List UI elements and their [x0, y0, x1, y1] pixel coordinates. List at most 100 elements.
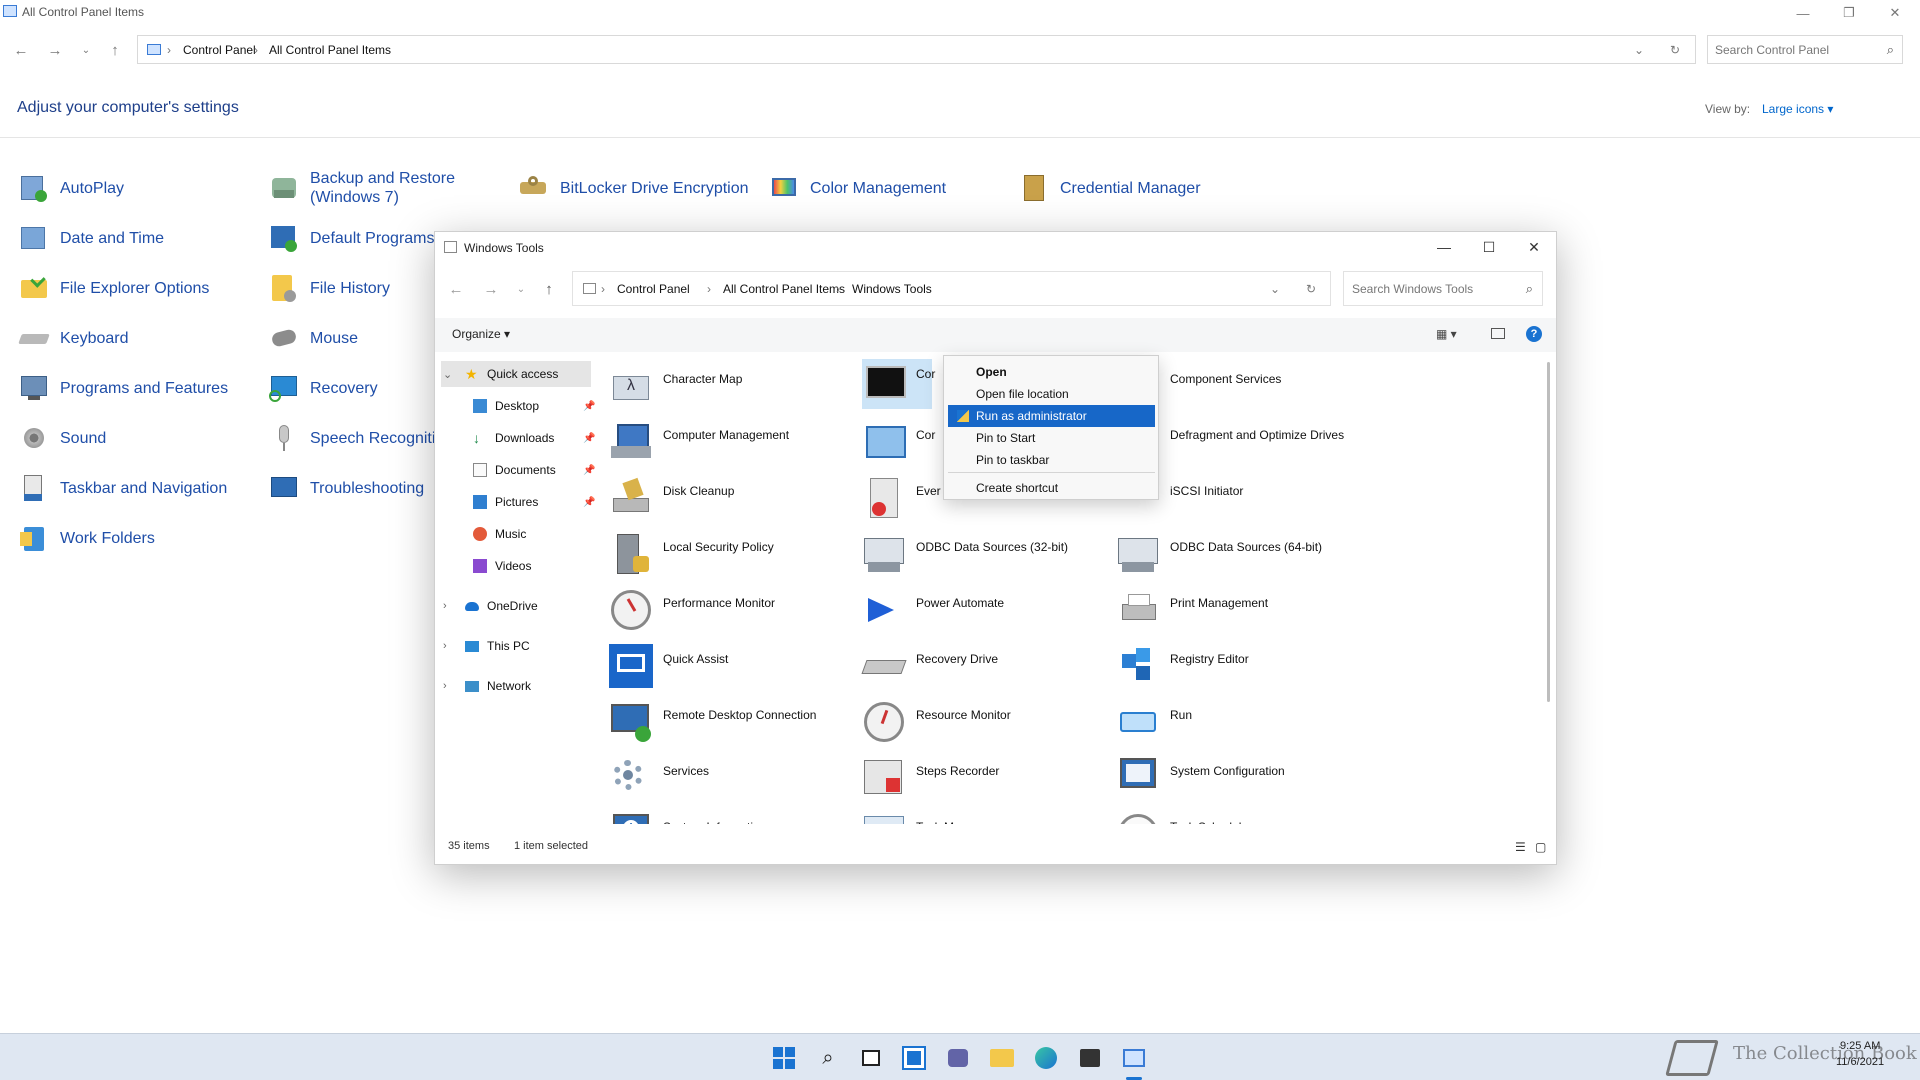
cp-item-recovery[interactable]: Recovery [268, 368, 378, 408]
restore-button[interactable]: ❐ [1826, 0, 1872, 26]
tools-back-icon[interactable]: ← [445, 279, 467, 299]
nav-this-pc[interactable]: › This PC [443, 633, 530, 659]
clock-time[interactable]: 9:25 AM [1840, 1040, 1880, 1052]
cp-item-file-history[interactable]: File History [268, 268, 390, 308]
cp-item-speech-recognition[interactable]: Speech Recogniti [268, 418, 435, 458]
recent-locations-icon[interactable]: ⌄ [75, 40, 97, 60]
tools-search-input[interactable]: Search Windows Tools ⌕ [1343, 271, 1543, 306]
nav-onedrive[interactable]: › OneDrive [443, 593, 538, 619]
nav-documents[interactable]: Documents 📌 [473, 457, 595, 483]
tool-registry-editor[interactable]: Registry Editor [1116, 644, 1336, 700]
cp-item-sound[interactable]: Sound [18, 418, 106, 458]
view-options-icon[interactable]: ▦ ▾ [1436, 327, 1457, 341]
chat-icon[interactable] [942, 1042, 974, 1074]
tool-services[interactable]: Services [609, 756, 829, 812]
cp-item-programs-features[interactable]: Programs and Features [18, 368, 228, 408]
tool-local-security-policy[interactable]: Local Security Policy [609, 532, 829, 588]
large-icons-view-icon[interactable]: ▢ [1535, 840, 1546, 854]
vertical-scrollbar[interactable] [1547, 362, 1550, 702]
view-by-dropdown[interactable]: Large icons ▾ [1762, 102, 1833, 116]
chevron-down-icon[interactable]: ⌄ [1270, 282, 1280, 296]
nav-pictures[interactable]: Pictures 📌 [473, 489, 595, 515]
cp-item-mouse[interactable]: Mouse [268, 318, 358, 358]
file-explorer-icon[interactable] [986, 1042, 1018, 1074]
tools-address-bar[interactable]: › Control Panel › All Control Panel Item… [572, 271, 1331, 306]
edge-icon[interactable] [1030, 1042, 1062, 1074]
nav-desktop[interactable]: Desktop 📌 [473, 393, 595, 419]
nav-network[interactable]: › Network [443, 673, 531, 699]
breadcrumb-all-items[interactable]: All Control Panel Items [269, 43, 391, 57]
breadcrumb-control-panel[interactable]: Control Panel [617, 282, 690, 296]
tools-recent-icon[interactable]: ⌄ [510, 279, 532, 299]
breadcrumb-windows-tools[interactable]: Windows Tools [852, 282, 932, 296]
tools-forward-icon[interactable]: → [480, 279, 502, 299]
control-panel-taskbar-icon[interactable] [1118, 1042, 1150, 1074]
cp-item-date-time[interactable]: Date and Time [18, 218, 164, 258]
refresh-icon[interactable]: ↻ [1670, 43, 1680, 57]
chevron-down-icon[interactable]: ⌄ [1634, 43, 1644, 57]
tools-close-button[interactable]: ✕ [1511, 232, 1557, 262]
tool-command-prompt[interactable]: Cor [862, 359, 935, 409]
cp-item-color-management[interactable]: Color Management [768, 168, 946, 208]
close-button[interactable]: ✕ [1872, 0, 1918, 26]
menu-pin-to-taskbar[interactable]: Pin to taskbar [948, 449, 1155, 471]
tools-maximize-button[interactable]: ☐ [1466, 232, 1512, 262]
refresh-icon[interactable]: ↻ [1306, 282, 1316, 296]
organize-button[interactable]: Organize ▾ [452, 327, 510, 341]
tools-up-icon[interactable]: ↑ [538, 279, 560, 299]
breadcrumb-all-items[interactable]: All Control Panel Items [723, 282, 845, 296]
tool-recovery-drive[interactable]: Recovery Drive [861, 644, 1082, 700]
tool-performance-monitor[interactable]: Performance Monitor [609, 588, 829, 644]
up-icon[interactable]: ↑ [104, 40, 126, 60]
tool-resource-monitor[interactable]: Resource Monitor [862, 700, 1082, 756]
tool-odbc-32[interactable]: ODBC Data Sources (32-bit) [862, 532, 1082, 588]
cp-item-backup[interactable]: Backup and Restore (Windows 7) [268, 168, 478, 208]
cp-item-keyboard[interactable]: Keyboard [18, 318, 129, 358]
cp-item-file-explorer-options[interactable]: File Explorer Options [18, 268, 209, 308]
tool-disk-cleanup[interactable]: Disk Cleanup [609, 476, 829, 532]
back-icon[interactable]: ← [10, 40, 32, 60]
tool-task-manager[interactable]: Task Manager [862, 812, 1082, 824]
cp-item-default-programs[interactable]: Default Programs [268, 218, 435, 258]
preview-pane-icon[interactable] [1491, 328, 1505, 339]
widgets-icon[interactable] [898, 1042, 930, 1074]
tool-computer-management[interactable]: Computer Management [609, 420, 829, 476]
store-icon[interactable] [1074, 1042, 1106, 1074]
tool-event-viewer[interactable]: Ever [862, 476, 941, 532]
tool-character-map[interactable]: λ Character Map [609, 364, 829, 420]
tool-odbc-64[interactable]: ODBC Data Sources (64-bit) [1116, 532, 1336, 588]
cp-item-credential-manager[interactable]: Credential Manager [1018, 168, 1201, 208]
breadcrumb-control-panel[interactable]: Control Panel [183, 43, 256, 57]
menu-open[interactable]: Open [948, 361, 1155, 383]
details-view-icon[interactable]: ☰ [1515, 840, 1526, 854]
tool-print-management[interactable]: Print Management [1116, 588, 1336, 644]
search-input[interactable]: Search Control Panel ⌕ [1707, 35, 1903, 64]
address-bar[interactable]: › Control Panel › All Control Panel Item… [137, 35, 1696, 64]
cp-item-troubleshooting[interactable]: Troubleshooting [268, 468, 424, 508]
clock-date[interactable]: 11/6/2021 [1836, 1056, 1884, 1068]
cp-item-autoplay[interactable]: AutoPlay [18, 168, 124, 208]
minimize-button[interactable]: — [1780, 0, 1826, 26]
help-icon[interactable]: ? [1526, 326, 1542, 342]
tool-run[interactable]: Run [1116, 700, 1336, 756]
tool-system-configuration[interactable]: System Configuration [1116, 756, 1336, 812]
forward-icon[interactable]: → [44, 40, 66, 60]
menu-run-as-administrator[interactable]: Run as administrator [948, 405, 1155, 427]
cp-item-taskbar-navigation[interactable]: Taskbar and Navigation [18, 468, 227, 508]
start-icon[interactable] [768, 1042, 800, 1074]
tool-control-panel[interactable]: Cor [862, 420, 935, 476]
tool-steps-recorder[interactable]: Steps Recorder [862, 756, 1082, 812]
nav-videos[interactable]: Videos [473, 553, 531, 579]
nav-music[interactable]: Music [473, 521, 526, 547]
cp-item-bitlocker[interactable]: BitLocker Drive Encryption [518, 168, 749, 208]
nav-quick-access[interactable]: ⌄ ★ Quick access [443, 361, 558, 387]
menu-open-file-location[interactable]: Open file location [948, 383, 1155, 405]
cp-item-work-folders[interactable]: Work Folders [18, 518, 155, 558]
tool-task-scheduler[interactable]: Task Scheduler [1116, 812, 1336, 824]
menu-create-shortcut[interactable]: Create shortcut [948, 477, 1155, 499]
search-icon[interactable]: ⌕ [812, 1042, 844, 1074]
tool-power-automate[interactable]: Power Automate [862, 588, 1082, 644]
task-view-icon[interactable] [855, 1042, 887, 1074]
tool-quick-assist[interactable]: Quick Assist [609, 644, 829, 700]
tools-minimize-button[interactable]: — [1421, 232, 1467, 262]
